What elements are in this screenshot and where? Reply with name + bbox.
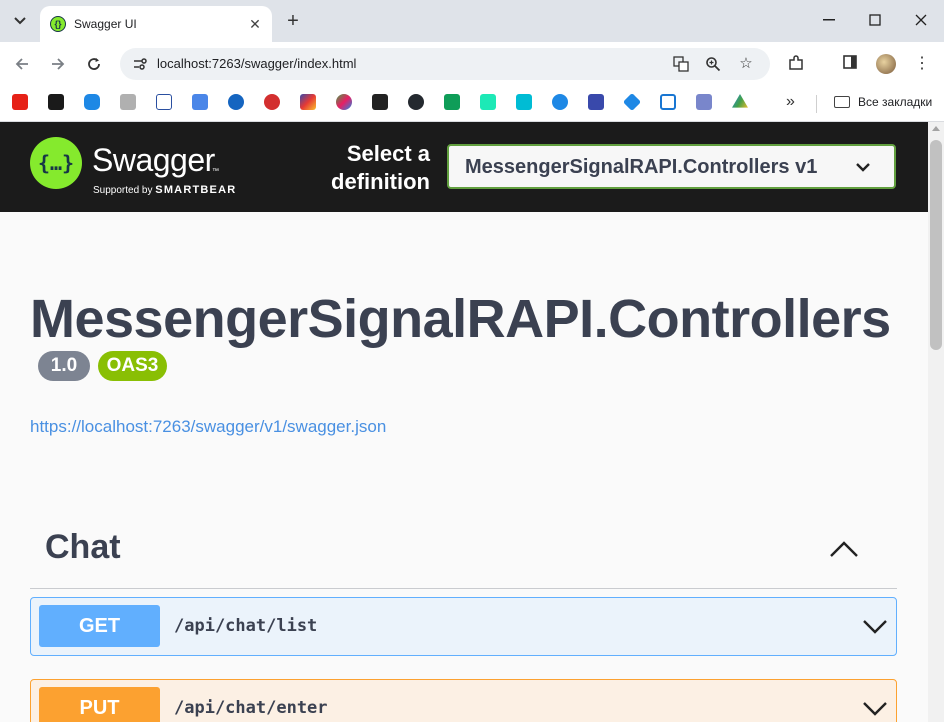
more-bookmarks-icon[interactable]: » bbox=[786, 94, 795, 110]
site-settings-icon[interactable] bbox=[132, 56, 148, 72]
chat-icon[interactable] bbox=[84, 94, 100, 110]
api-title: MessengerSignalRAPI.Controllers bbox=[30, 289, 891, 349]
swagger-json-link[interactable]: https://localhost:7263/swagger/v1/swagge… bbox=[30, 417, 386, 437]
arrow-left-icon bbox=[15, 58, 28, 70]
chevron-down-icon[interactable] bbox=[862, 618, 888, 634]
swagger-logo-icon[interactable]: {…} bbox=[30, 137, 82, 189]
folder-icon bbox=[834, 96, 850, 108]
reload-icon bbox=[88, 58, 100, 70]
maximize-window-button[interactable] bbox=[852, 4, 898, 36]
disk-icon[interactable] bbox=[120, 94, 136, 110]
tab-search-button[interactable] bbox=[6, 8, 34, 34]
selected-definition: MessengerSignalRAPI.Controllers v1 bbox=[465, 156, 818, 178]
select-definition-label: Select a definition bbox=[316, 140, 430, 196]
translate-bookmark-icon[interactable] bbox=[192, 94, 208, 110]
swagger-logo-title[interactable]: Swagger bbox=[92, 142, 215, 179]
close-tab-icon[interactable]: ✕ bbox=[248, 17, 262, 31]
vector-icon[interactable] bbox=[480, 94, 496, 110]
back-button[interactable] bbox=[10, 52, 34, 76]
star-badge-icon[interactable] bbox=[264, 94, 280, 110]
browser-menu-icon[interactable]: ⋮ bbox=[912, 54, 932, 74]
swagger-trademark: ™ bbox=[212, 168, 219, 175]
diamond-icon[interactable] bbox=[622, 92, 642, 112]
page-viewport: {…} Swagger ™ Supported by SMARTBEAR Sel… bbox=[0, 122, 928, 722]
all-bookmarks-label: Все закладки bbox=[858, 95, 933, 109]
github-icon[interactable] bbox=[408, 94, 424, 110]
side-panel-icon[interactable] bbox=[840, 54, 860, 74]
chevron-down-icon[interactable] bbox=[862, 700, 888, 716]
tag-title: Chat bbox=[45, 528, 121, 566]
http-method-badge: PUT bbox=[39, 687, 160, 722]
scroll-up-arrow-icon[interactable] bbox=[932, 126, 940, 131]
http-method-badge: GET bbox=[39, 605, 160, 647]
extensions-icon[interactable] bbox=[786, 54, 806, 74]
bot-icon[interactable] bbox=[552, 94, 568, 110]
all-bookmarks-folder[interactable]: Все закладки bbox=[834, 95, 932, 109]
browser-tab-strip: {} Swagger UI ✕ + bbox=[0, 0, 944, 42]
save-icon[interactable] bbox=[588, 94, 604, 110]
close-window-button[interactable] bbox=[898, 4, 944, 36]
address-bar[interactable]: localhost:7263/swagger/index.html ☆ bbox=[120, 48, 770, 80]
oas-badge: OAS3 bbox=[98, 351, 167, 381]
operation-get-chat-list[interactable]: GET /api/chat/list bbox=[30, 597, 897, 656]
swagger-topbar: {…} Swagger ™ Supported by SMARTBEAR Sel… bbox=[0, 122, 928, 212]
forward-button[interactable] bbox=[46, 52, 70, 76]
zoom-icon[interactable] bbox=[704, 56, 722, 72]
swagger-supported-by: Supported by SMARTBEAR bbox=[93, 184, 236, 196]
profile-avatar[interactable] bbox=[876, 54, 896, 74]
chevron-down-icon bbox=[14, 17, 26, 25]
puzzle-icon[interactable] bbox=[300, 94, 316, 110]
drive-icon[interactable] bbox=[732, 94, 748, 108]
reload-button[interactable] bbox=[82, 52, 106, 76]
chevron-down-icon bbox=[856, 163, 870, 172]
url-text[interactable]: localhost:7263/swagger/index.html bbox=[157, 56, 356, 71]
pinwheel-icon[interactable] bbox=[336, 94, 352, 110]
select-label-line2: definition bbox=[331, 169, 430, 194]
smartbear-text: SMARTBEAR bbox=[155, 184, 237, 196]
youtube-icon[interactable] bbox=[12, 94, 28, 110]
pe-ru-icon[interactable] bbox=[156, 94, 172, 110]
frame-icon[interactable] bbox=[660, 94, 676, 110]
scroll-thumb[interactable] bbox=[930, 140, 942, 350]
new-tab-button[interactable]: + bbox=[282, 10, 304, 32]
square-icon[interactable] bbox=[372, 94, 388, 110]
arrow-right-icon bbox=[52, 58, 65, 70]
close-icon bbox=[915, 14, 927, 26]
mgu-icon[interactable] bbox=[696, 94, 712, 110]
bookmark-star-icon[interactable]: ☆ bbox=[737, 56, 755, 72]
operation-path: /api/chat/enter bbox=[174, 698, 328, 718]
bookmarks-separator bbox=[816, 95, 817, 113]
tab-title: Swagger UI bbox=[74, 17, 137, 31]
chevron-up-icon[interactable] bbox=[829, 540, 859, 558]
bookmarks-bar: » Все закладки bbox=[0, 86, 944, 122]
select-label-line1: Select a bbox=[346, 141, 430, 166]
maximize-icon bbox=[869, 14, 881, 26]
minimize-window-button[interactable] bbox=[806, 4, 852, 36]
browser-tab-active[interactable]: {} Swagger UI ✕ bbox=[40, 6, 272, 42]
w-icon[interactable] bbox=[516, 94, 532, 110]
cloud-icon[interactable] bbox=[228, 94, 244, 110]
plus-square-icon[interactable] bbox=[444, 94, 460, 110]
operation-path: /api/chat/list bbox=[174, 616, 318, 636]
translate-icon[interactable] bbox=[672, 56, 690, 72]
browser-toolbar: localhost:7263/swagger/index.html ☆ ⋮ bbox=[0, 42, 944, 86]
chart-icon[interactable] bbox=[48, 94, 64, 110]
definition-select[interactable]: MessengerSignalRAPI.Controllers v1 bbox=[447, 144, 896, 189]
minimize-icon bbox=[823, 19, 835, 21]
swagger-favicon-icon: {} bbox=[50, 16, 66, 32]
page-scrollbar[interactable] bbox=[928, 122, 944, 722]
supported-by-text: Supported by bbox=[93, 185, 153, 196]
operation-put-chat-enter[interactable]: PUT /api/chat/enter bbox=[30, 679, 897, 722]
version-badge: 1.0 bbox=[38, 351, 90, 381]
tag-section-chat[interactable]: Chat bbox=[30, 522, 897, 589]
